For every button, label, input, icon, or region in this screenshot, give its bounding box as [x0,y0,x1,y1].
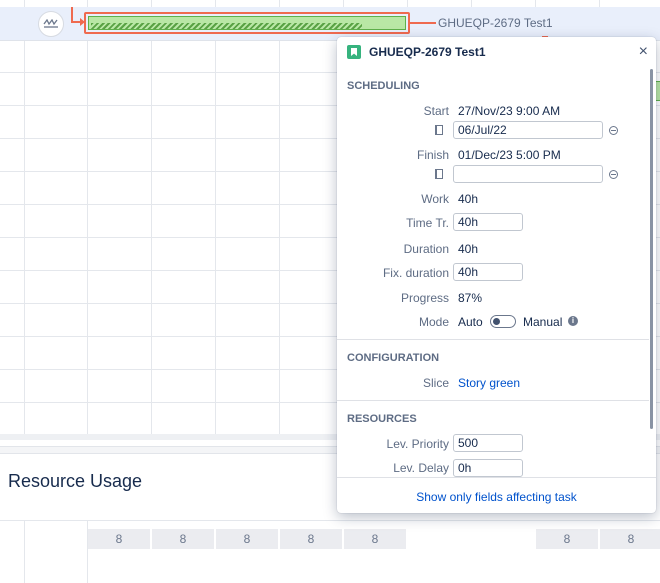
lev-priority-label: Lev. Priority [386,437,449,451]
mode-label: Mode [418,315,449,329]
mode-manual-label: Manual [523,315,563,329]
finish-date-input[interactable] [453,165,603,183]
mode-toggle[interactable] [490,315,516,328]
popup-scrollbar[interactable] [650,69,653,429]
time-tracked-label: Time Tr. [406,216,449,230]
popup-header: GHUEQP-2679 Test1 × [337,37,656,67]
duration-value: 40h [458,242,479,256]
lev-priority-input[interactable] [453,434,523,452]
section-divider [337,339,649,340]
task-bar-label: GHUEQP-2679 Test1 [438,16,553,30]
work-value: 40h [458,192,479,206]
resource-usage-cell: 8 [280,529,342,549]
story-flag-icon [347,45,361,59]
calendar-icon[interactable] [435,125,443,135]
story-icon [38,11,64,37]
popup-title: GHUEQP-2679 Test1 [369,45,486,59]
start-date-input[interactable] [453,121,603,139]
grid-column [24,0,25,436]
lev-delay-input[interactable] [453,459,523,477]
progress-label: Progress [400,291,449,305]
calendar-icon[interactable] [435,169,443,179]
label-connector-line [410,22,436,24]
lev-delay-label: Lev. Delay [393,461,449,475]
task-bar-progress [91,23,362,29]
resource-usage-cell: 8 [344,529,406,549]
clear-finish-icon[interactable] [609,170,618,179]
task-bar[interactable] [88,16,406,30]
resource-usage-cell: 8 [88,529,150,549]
finish-value: 01/Dec/23 5:00 PM [458,148,561,162]
resource-usage-cell: 8 [152,529,214,549]
show-affecting-fields-link[interactable]: Show only fields affecting task [337,490,656,504]
start-label: Start [423,104,449,118]
grid-column [279,0,280,436]
task-bar-selection[interactable] [84,12,410,34]
finish-label: Finish [416,148,449,162]
duration-label: Duration [403,242,449,256]
grid-column [215,0,216,436]
section-scheduling: SCHEDULING [347,80,420,92]
grid-column [151,0,152,436]
progress-value: 87% [458,291,483,305]
section-configuration: CONFIGURATION [347,352,440,364]
grid-column [24,521,25,583]
resource-usage-cell: 8 [536,529,598,549]
work-label: Work [421,192,449,206]
slice-value-link[interactable]: Story green [458,376,520,390]
section-resources: RESOURCES [347,413,417,425]
clear-start-icon[interactable] [609,126,618,135]
start-value: 27/Nov/23 9:00 AM [458,104,561,118]
fix-duration-input[interactable] [453,263,523,281]
section-divider [337,400,649,401]
close-icon[interactable]: × [639,43,648,61]
info-icon[interactable]: i [568,316,578,326]
resource-usage-cell: 8 [600,529,660,549]
mode-auto-label: Auto [458,315,483,329]
resource-usage-title: Resource Usage [8,471,143,491]
fix-duration-label: Fix. duration [382,266,449,280]
task-details-popup: GHUEQP-2679 Test1 × SCHEDULING Start 27/… [337,37,656,513]
resource-usage-cell: 8 [216,529,278,549]
popup-body: SCHEDULING Start 27/Nov/23 9:00 AM Finis… [337,67,649,477]
time-tracked-input[interactable] [453,213,523,231]
resource-usage-grid: 8 8 8 8 8 8 8 [0,520,660,583]
grid-column [87,0,88,436]
slice-label: Slice [422,376,449,390]
popup-footer: Show only fields affecting task [337,477,656,513]
